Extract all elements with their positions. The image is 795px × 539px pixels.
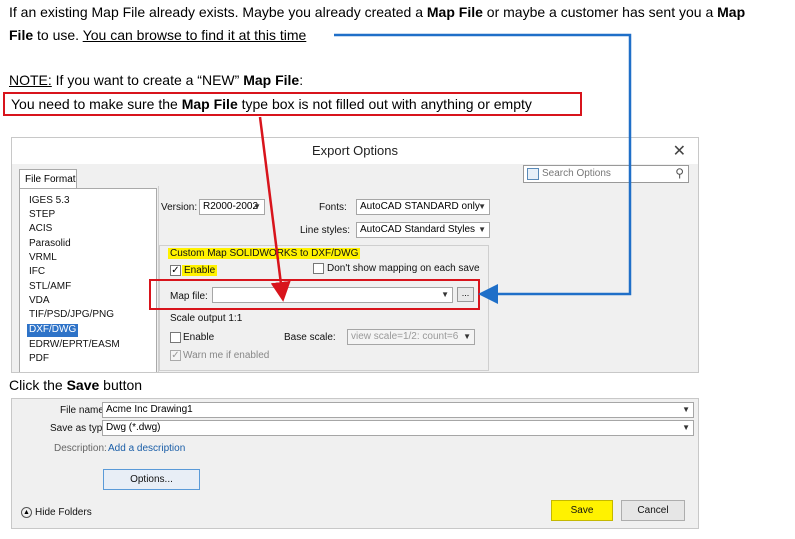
warn-label: Warn me if enabled (183, 350, 270, 361)
instruction-text: or maybe a customer has sent you a (482, 4, 718, 20)
format-item-tif[interactable]: TIF/PSD/JPG/PNG (27, 309, 116, 322)
fonts-label: Fonts: (319, 202, 347, 213)
save-as-type-value: Dwg (*.dwg) (106, 422, 161, 433)
base-scale-select[interactable]: view scale=1/2: count=6 ▼ (347, 329, 475, 345)
format-item-vrml[interactable]: VRML (27, 252, 59, 265)
chevron-down-icon: ▼ (478, 225, 486, 234)
line-styles-select[interactable]: AutoCAD Standard Styles ▼ (356, 222, 490, 238)
instruction-text: Click the (9, 377, 67, 393)
callout-bold-map-file: Map File (181, 96, 238, 112)
instruction-text: to use. (33, 27, 83, 43)
file-format-list: IGES 5.3 STEP ACIS Parasolid VRML IFC ST… (19, 188, 157, 372)
dialog-titlebar: Export Options ✕ (12, 138, 698, 164)
search-placeholder: Search Options (542, 168, 611, 179)
instruction-bold-map-file: Map File (426, 4, 483, 20)
dialog-title: Export Options (312, 143, 398, 158)
note-callout-text: You need to make sure the Map File type … (11, 96, 532, 112)
chevron-down-icon: ▼ (478, 202, 486, 211)
instruction-bold-file: File (9, 27, 34, 43)
instruction-bold-save: Save (66, 377, 100, 393)
fonts-select[interactable]: AutoCAD STANDARD only ▼ (356, 199, 490, 215)
scale-output-label: Scale output 1:1 (170, 313, 243, 324)
format-item-vda[interactable]: VDA (27, 295, 52, 308)
fonts-value: AutoCAD STANDARD only (360, 201, 480, 212)
note-label: NOTE: (9, 72, 52, 88)
chevron-down-icon: ▼ (682, 423, 690, 432)
hide-folders-toggle[interactable]: Hide Folders (35, 507, 92, 518)
scale-enable-label: Enable (183, 332, 215, 343)
base-scale-label: Base scale: (284, 332, 336, 343)
save-as-dialog: File name: Acme Inc Drawing1 ▼ Save as ty… (11, 398, 699, 529)
export-options-dialog: Export Options ✕ File Format Search Opti… (11, 137, 699, 373)
note-bold-map-file: Map File (243, 72, 300, 88)
format-item-edrw[interactable]: EDRW/EPRT/EASM (27, 339, 122, 352)
click-save-instruction: Click the Save button (9, 377, 142, 393)
add-description-link[interactable]: Add a description (108, 443, 185, 454)
dont-show-mapping-checkbox[interactable] (313, 263, 324, 274)
close-icon[interactable]: ✕ (673, 141, 686, 161)
save-button[interactable]: Save (551, 500, 613, 521)
save-as-type-select[interactable]: Dwg (*.dwg) ▼ (102, 420, 694, 436)
callout-text: type box is not filled out with anything… (237, 96, 532, 112)
instruction-line-2: File to use. You can browse to find it a… (9, 27, 306, 44)
instruction-bold-map: Map (717, 4, 746, 20)
note-text: : (299, 72, 304, 88)
file-name-input[interactable]: Acme Inc Drawing1 ▼ (102, 402, 694, 418)
search-input[interactable]: Search Options ⚲ (523, 165, 689, 183)
format-item-acis[interactable]: ACIS (27, 223, 54, 236)
note-line: NOTE: If you want to create a “NEW” Map … (9, 72, 303, 89)
line-styles-value: AutoCAD Standard Styles (360, 224, 476, 235)
file-name-value: Acme Inc Drawing1 (106, 404, 193, 415)
cancel-button[interactable]: Cancel (621, 500, 685, 521)
note-callout-box: You need to make sure the Map File type … (3, 92, 582, 116)
version-label: Version: (161, 202, 198, 213)
format-item-pdf[interactable]: PDF (27, 353, 51, 366)
options-button[interactable]: Options... (103, 469, 200, 490)
chevron-down-icon: ▼ (463, 332, 471, 341)
enable-map-label: Enable (182, 265, 218, 276)
scale-enable-checkbox[interactable] (170, 332, 181, 343)
line-styles-label: Line styles: (300, 225, 351, 236)
base-scale-value: view scale=1/2: count=6 (351, 331, 459, 342)
instruction-text: If an existing Map File already exists. … (9, 4, 427, 20)
map-file-callout-box (149, 279, 480, 310)
format-item-parasolid[interactable]: Parasolid (27, 238, 73, 251)
custom-map-label: Custom Map SOLIDWORKS to DXF/DWG (168, 248, 361, 259)
instruction-browse-hint: You can browse to find it at this time (82, 27, 307, 43)
version-value: R2000-2002 (203, 201, 259, 212)
dont-show-mapping-label: Don't show mapping on each save (327, 263, 480, 274)
instruction-text: button (99, 377, 143, 393)
chevron-up-icon[interactable]: ▲ (21, 507, 32, 518)
format-item-stl[interactable]: STL/AMF (27, 281, 73, 294)
format-item-step[interactable]: STEP (27, 209, 57, 222)
chevron-down-icon: ▼ (682, 405, 690, 414)
format-item-iges[interactable]: IGES 5.3 (27, 195, 72, 208)
chevron-down-icon: ▼ (253, 202, 261, 211)
options-icon (527, 168, 539, 180)
callout-text: You need to make sure the (11, 96, 182, 112)
warn-checkbox[interactable]: ✓ (170, 350, 181, 361)
file-name-label: File name: (60, 405, 107, 416)
search-icon[interactable]: ⚲ (675, 166, 684, 180)
note-text: If you want to create a “NEW” (51, 72, 244, 88)
format-item-ifc[interactable]: IFC (27, 266, 47, 279)
version-select[interactable]: R2000-2002 ▼ (199, 199, 265, 215)
instruction-line-1: If an existing Map File already exists. … (9, 4, 789, 21)
description-label: Description: (54, 443, 107, 454)
tab-file-format[interactable]: File Format (19, 169, 77, 189)
enable-map-checkbox[interactable]: ✓ (170, 265, 181, 276)
format-item-dxf-selected[interactable]: DXF/DWG (27, 324, 79, 337)
